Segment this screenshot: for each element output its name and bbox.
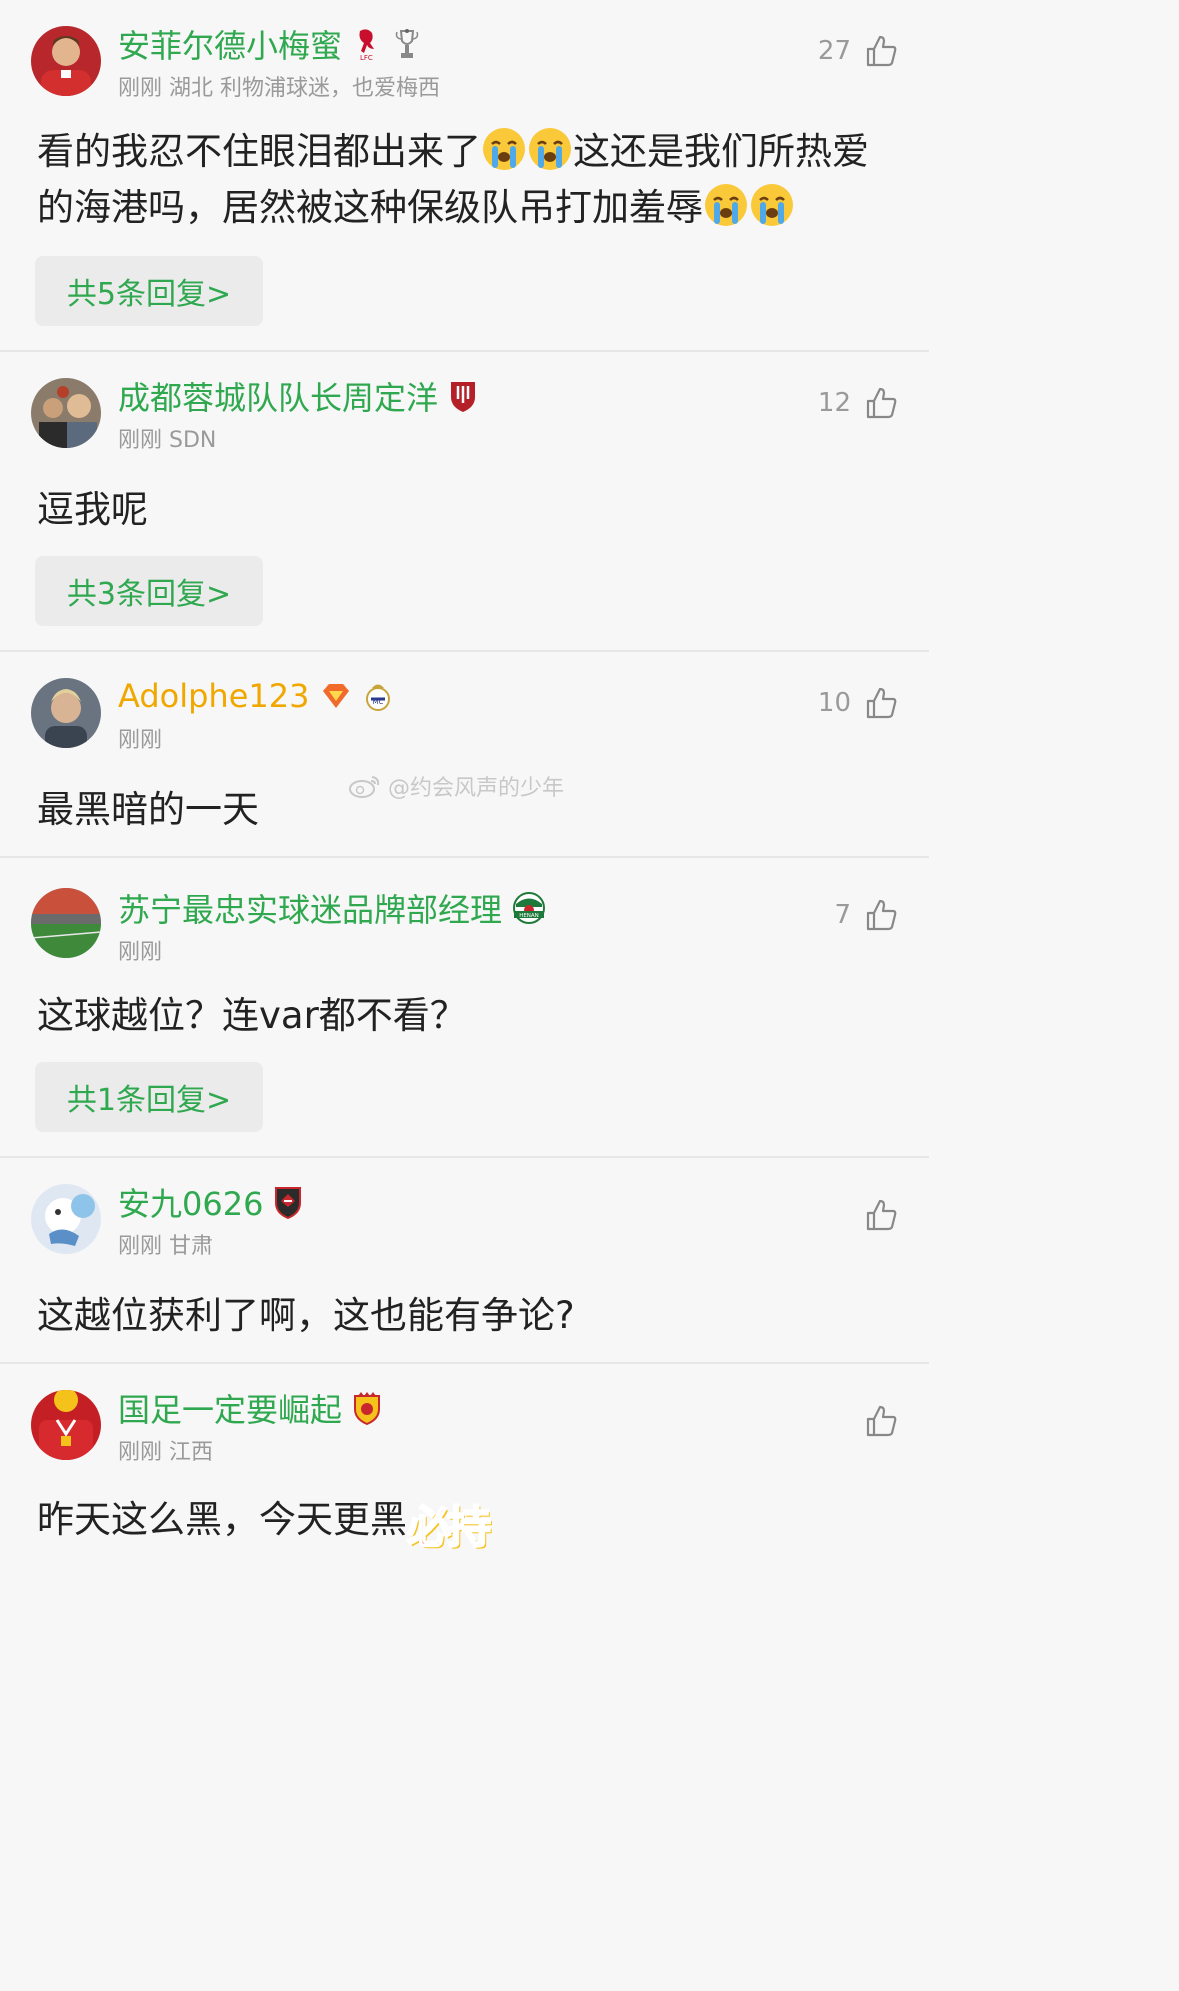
like-count: 12: [817, 388, 851, 418]
view-replies-button[interactable]: 共1条回复>: [35, 1062, 263, 1132]
username[interactable]: Adolphe123: [118, 677, 309, 715]
watermark: @约会风声的少年: [348, 770, 564, 802]
comment-item: 国足一定要崛起 刚刚 江西 昨天这么黑，今天更黑必持: [0, 1364, 929, 1568]
like-count: 10: [817, 688, 851, 718]
comment-text: 逗我呢: [37, 488, 148, 531]
badge-text: HENAN: [519, 913, 539, 919]
team-shield-icon: [275, 1187, 302, 1219]
like-thumb-icon[interactable]: [865, 1198, 899, 1232]
username[interactable]: 苏宁最忠实球迷品牌部经理: [118, 885, 502, 931]
crying-face-emoji: [751, 184, 793, 226]
avatar[interactable]: [31, 378, 101, 448]
comment-meta: 刚刚 江西: [118, 1440, 213, 1465]
like-count: 7: [834, 900, 851, 930]
svg-text:LFC: LFC: [360, 54, 373, 61]
comment-item: 成都蓉城队队长周定洋 刚刚 SDN 12 逗我呢 共3条回复>: [0, 352, 929, 652]
comment-item: Adolphe123 MC 刚刚 10 最黑暗的一天: [0, 652, 929, 858]
like-button[interactable]: [865, 1198, 899, 1232]
avatar[interactable]: [31, 26, 101, 96]
like-thumb-icon[interactable]: [865, 386, 899, 420]
vip-diamond-icon: [323, 684, 350, 708]
like-button[interactable]: 7: [834, 898, 899, 932]
like-thumb-icon[interactable]: [865, 898, 899, 932]
liverpool-badge-icon: LFC: [359, 29, 375, 61]
like-button[interactable]: 27: [818, 34, 899, 68]
comment-item: 苏宁最忠实球迷品牌部经理 HENAN 刚刚 7 这球越位？连var都不看？ 共1…: [0, 858, 929, 1158]
crying-face-emoji: [529, 128, 571, 170]
like-thumb-icon[interactable]: [865, 686, 899, 720]
avatar[interactable]: [31, 888, 101, 958]
avatar[interactable]: [31, 1390, 101, 1460]
avatar[interactable]: [31, 1184, 101, 1254]
comment-meta: 刚刚: [118, 940, 163, 965]
premier-league-trophy-icon: [395, 29, 419, 58]
avatar[interactable]: [31, 678, 101, 748]
like-button[interactable]: [865, 1404, 899, 1438]
comment-text: 这球越位？连var都不看？: [37, 994, 467, 1037]
like-button[interactable]: 10: [818, 686, 899, 720]
like-count: 27: [817, 36, 851, 66]
username[interactable]: 安九0626: [118, 1179, 263, 1225]
like-thumb-icon[interactable]: [865, 1404, 899, 1438]
comment-item: 安菲尔德小梅蜜 LFC 刚刚 湖北 利物浦球迷，也爱梅西 27 看的我忍不住眼泪…: [0, 0, 929, 352]
weibo-logo-icon: [349, 776, 380, 798]
crying-face-emoji: [483, 128, 525, 170]
comment-meta: 刚刚: [118, 728, 163, 753]
team-shield-icon: [451, 382, 476, 412]
crying-face-emoji: [705, 184, 747, 226]
username[interactable]: 成都蓉城队队长周定洋: [118, 373, 438, 419]
comment-item: 安九0626 刚刚 甘肃 这越位获利了啊，这也能有争论?: [0, 1158, 929, 1364]
comment-text: 这越位获利了啊，这也能有争论?: [37, 1294, 575, 1337]
henan-club-badge-icon: HENAN: [513, 892, 546, 924]
view-replies-button[interactable]: 共5条回复>: [35, 256, 263, 326]
comment-text: 昨天这么黑，今天更黑必持: [37, 1492, 899, 1556]
bichi-sticker: 必持: [406, 1501, 492, 1554]
guangzhou-club-badge-icon: [354, 1392, 381, 1425]
username[interactable]: 安菲尔德小梅蜜: [118, 21, 342, 67]
view-replies-button[interactable]: 共3条回复>: [35, 556, 263, 626]
comment-meta: 刚刚 SDN: [118, 428, 217, 453]
comment-meta: 刚刚 湖北 利物浦球迷，也爱梅西: [118, 76, 440, 101]
real-madrid-crest-icon: MC: [366, 684, 391, 711]
svg-text:MC: MC: [373, 698, 384, 706]
comment-meta: 刚刚 甘肃: [118, 1234, 213, 1259]
username[interactable]: 国足一定要崛起: [118, 1385, 342, 1431]
like-thumb-icon[interactable]: [865, 34, 899, 68]
like-button[interactable]: 12: [818, 386, 899, 420]
comment-text: 看的我忍不住眼泪都出来了 这还是我们所热爱的海港吗，居然被这种保级队吊打加羞辱: [37, 124, 899, 236]
